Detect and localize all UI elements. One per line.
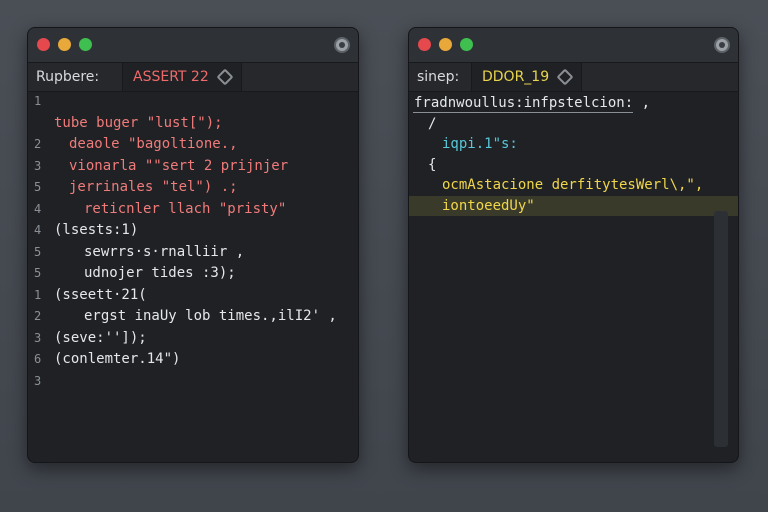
- pin-icon[interactable]: [556, 68, 574, 86]
- code-area[interactable]: fradnwoullus:infpstelcion: , / iqpi.1"s: { o…: [409, 91, 738, 462]
- line-number: 4: [34, 201, 42, 216]
- minimize-button[interactable]: [439, 38, 452, 51]
- line-number: 2: [34, 309, 42, 323]
- right-editor-window: sinep: DDOR_19 fradnwoullus:infpstelcion…: [408, 27, 739, 463]
- code-line[interactable]: 3 (seve:'']);: [28, 328, 358, 348]
- code-text: sewrrs·s·rnalliir ,: [84, 243, 245, 260]
- settings-gear-icon[interactable]: [334, 37, 350, 53]
- code-text: jerrinales "tel") .;: [69, 179, 238, 195]
- active-tab[interactable]: ASSERT 22: [122, 63, 242, 91]
- line-number: 6: [34, 352, 42, 366]
- line-number: 3: [34, 158, 42, 173]
- code-text: iontoeedUy": [442, 197, 535, 214]
- right-tabbar: sinep: DDOR_19: [409, 63, 738, 92]
- line-number: 3: [34, 373, 42, 388]
- code-line[interactable]: 6 (conlemter.14"): [28, 349, 358, 369]
- code-line[interactable]: tube buger "lust[");: [28, 113, 358, 133]
- line-number: 5: [34, 180, 42, 194]
- active-tab[interactable]: DDOR_19: [471, 63, 583, 91]
- code-text: fradnwoullus:infpstelcion: ,: [414, 95, 651, 111]
- active-tab-label: ASSERT 22: [133, 69, 209, 85]
- code-text: vionarla ""sert 2 prijnjer: [69, 157, 289, 174]
- code-line[interactable]: 4 reticnler llach "pristy": [28, 199, 358, 219]
- code-line[interactable]: 1: [28, 91, 358, 111]
- line-number: 2: [34, 137, 42, 151]
- left-titlebar: [28, 28, 358, 63]
- tab-label[interactable]: Rupbere:: [36, 63, 99, 91]
- code-line[interactable]: iqpi.1"s:: [409, 134, 738, 154]
- code-line[interactable]: 1 (sseett·21(: [28, 285, 358, 305]
- code-text: udnojer tides :3);: [84, 265, 236, 281]
- code-line[interactable]: 3 vionarla ""sert 2 prijnjer: [28, 156, 358, 176]
- code-text: deaole "bagoltione.,: [69, 136, 238, 152]
- line-number: 4: [34, 223, 42, 237]
- code-text: iqpi.1"s:: [442, 136, 518, 152]
- code-line[interactable]: iontoeedUy": [409, 196, 738, 216]
- line-number: 3: [34, 330, 42, 345]
- code-text: reticnler llach "pristy": [84, 200, 287, 217]
- code-text: {: [428, 156, 437, 173]
- code-line[interactable]: 5 udnojer tides :3);: [28, 263, 358, 283]
- code-text: (seve:'']);: [54, 329, 147, 346]
- code-line[interactable]: 5 sewrrs·s·rnalliir ,: [28, 242, 358, 262]
- code-text: tube buger "lust[");: [54, 114, 223, 131]
- settings-gear-icon[interactable]: [714, 37, 730, 53]
- close-button[interactable]: [418, 38, 431, 51]
- code-line[interactable]: 3: [28, 371, 358, 391]
- line-number: 5: [34, 244, 42, 259]
- code-area[interactable]: 1 tube buger "lust["); 2 deaole "bagoltione…: [28, 91, 358, 462]
- code-line[interactable]: ocmAstacione derfitytesWerl\,",: [409, 175, 738, 195]
- code-text: (sseett·21(: [54, 286, 147, 303]
- code-line[interactable]: 5 jerrinales "tel") .;: [28, 177, 358, 197]
- code-line[interactable]: 4 (lsests:1): [28, 220, 358, 240]
- code-line[interactable]: {: [409, 155, 738, 175]
- pin-icon[interactable]: [216, 68, 234, 86]
- code-text: ocmAstacione derfitytesWerl\,",: [442, 177, 704, 193]
- line-number: 1: [34, 94, 42, 108]
- code-text: /: [428, 115, 437, 132]
- code-text: (conlemter.14"): [54, 351, 181, 367]
- left-editor-window: Rupbere: ASSERT 22 1 tube buger "lust[");…: [27, 27, 359, 463]
- code-text: ergst inaUy lob times.,ilI2' ,: [84, 308, 337, 324]
- maximize-button[interactable]: [79, 38, 92, 51]
- close-button[interactable]: [37, 38, 50, 51]
- minimize-button[interactable]: [58, 38, 71, 51]
- code-line[interactable]: 2 deaole "bagoltione.,: [28, 134, 358, 154]
- line-number: 5: [34, 266, 42, 280]
- active-tab-label: DDOR_19: [482, 69, 550, 85]
- vertical-scrollbar[interactable]: [714, 211, 728, 447]
- tab-label[interactable]: sinep:: [417, 63, 459, 91]
- line-number: 1: [34, 287, 42, 302]
- code-line[interactable]: 2 ergst inaUy lob times.,ilI2' ,: [28, 306, 358, 326]
- code-line[interactable]: /: [409, 114, 738, 134]
- maximize-button[interactable]: [460, 38, 473, 51]
- right-titlebar: [409, 28, 738, 63]
- code-text: (lsests:1): [54, 222, 139, 238]
- code-line[interactable]: fradnwoullus:infpstelcion: ,: [409, 93, 738, 113]
- left-tabbar: Rupbere: ASSERT 22: [28, 63, 358, 92]
